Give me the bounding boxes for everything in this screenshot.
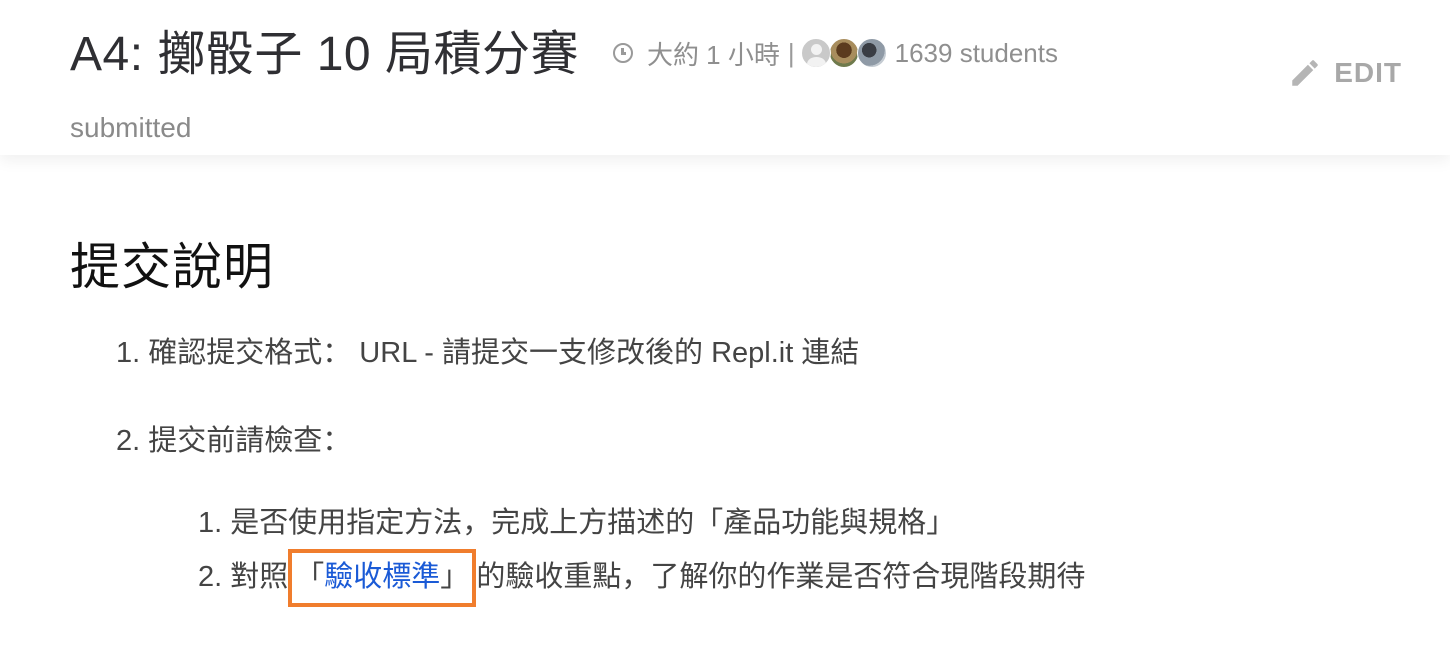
list-item: 1. 是否使用指定方法，完成上方描述的「產品功能與規格」 bbox=[198, 503, 1085, 543]
list-item: 1. 確認提交格式： URL - 請提交一支修改後的 Repl.it 連結 bbox=[116, 333, 1085, 373]
list-number: 2. bbox=[116, 425, 141, 457]
meta-separator: | bbox=[787, 37, 795, 68]
page-title: A4: 擲骰子 10 局積分賽 bbox=[70, 28, 579, 81]
title-row: A4: 擲骰子 10 局積分賽 大約 1 小時 | 1639 students bbox=[70, 14, 1058, 84]
list-text: 確認提交格式： URL - 請提交一支修改後的 Repl.it 連結 bbox=[148, 337, 860, 369]
list-text: 提交前請檢查： bbox=[148, 425, 352, 457]
open-bracket: 「 bbox=[295, 561, 325, 593]
avatar[interactable] bbox=[800, 38, 831, 68]
list-number: 1. bbox=[198, 507, 223, 539]
assignment-header: A4: 擲骰子 10 局積分賽 大約 1 小時 | 1639 students … bbox=[0, 0, 1450, 155]
edit-label: EDIT bbox=[1334, 57, 1402, 88]
check-list: 1. 是否使用指定方法，完成上方描述的「產品功能與規格」 2. 對照 「驗收標準」… bbox=[198, 503, 1086, 607]
acceptance-criteria-link[interactable]: 驗收標準 bbox=[324, 561, 440, 593]
avatar[interactable] bbox=[828, 38, 859, 68]
clock-icon bbox=[612, 43, 633, 63]
assignment-meta: 大約 1 小時 | 1639 students bbox=[612, 35, 1058, 72]
edit-button[interactable]: EDIT bbox=[1288, 56, 1402, 90]
instruction-list: 1. 確認提交格式： URL - 請提交一支修改後的 Repl.it 連結 2.… bbox=[116, 333, 1085, 645]
highlight-box: 「驗收標準」 bbox=[288, 549, 477, 607]
list-prefix: 對照 bbox=[230, 561, 289, 593]
list-text: 是否使用指定方法，完成上方描述的「產品功能與規格」 bbox=[230, 507, 956, 539]
list-number: 1. bbox=[116, 337, 141, 369]
list-suffix: 的驗收重點，了解你的作業是否符合現階段期待 bbox=[476, 561, 1086, 593]
list-number: 2. bbox=[198, 561, 223, 593]
instructions-content: 提交說明 1. 確認提交格式： URL - 請提交一支修改後的 Repl.it … bbox=[0, 155, 1450, 636]
close-bracket: 」 bbox=[440, 561, 470, 593]
list-item: 2. 提交前請檢查： 1. 是否使用指定方法，完成上方描述的「產品功能與規格」 … bbox=[116, 421, 1086, 607]
duration-text: 大約 1 小時 bbox=[646, 39, 780, 70]
pencil-icon bbox=[1292, 60, 1318, 86]
section-title: 提交說明 bbox=[70, 239, 274, 295]
avatar[interactable] bbox=[856, 38, 887, 68]
list-item: 2. 對照 「驗收標準」 的驗收重點，了解你的作業是否符合現階段期待 bbox=[198, 549, 1086, 607]
student-avatars[interactable] bbox=[800, 38, 887, 68]
student-count[interactable]: 1639 students bbox=[895, 38, 1058, 69]
submission-status: submitted bbox=[70, 112, 192, 143]
